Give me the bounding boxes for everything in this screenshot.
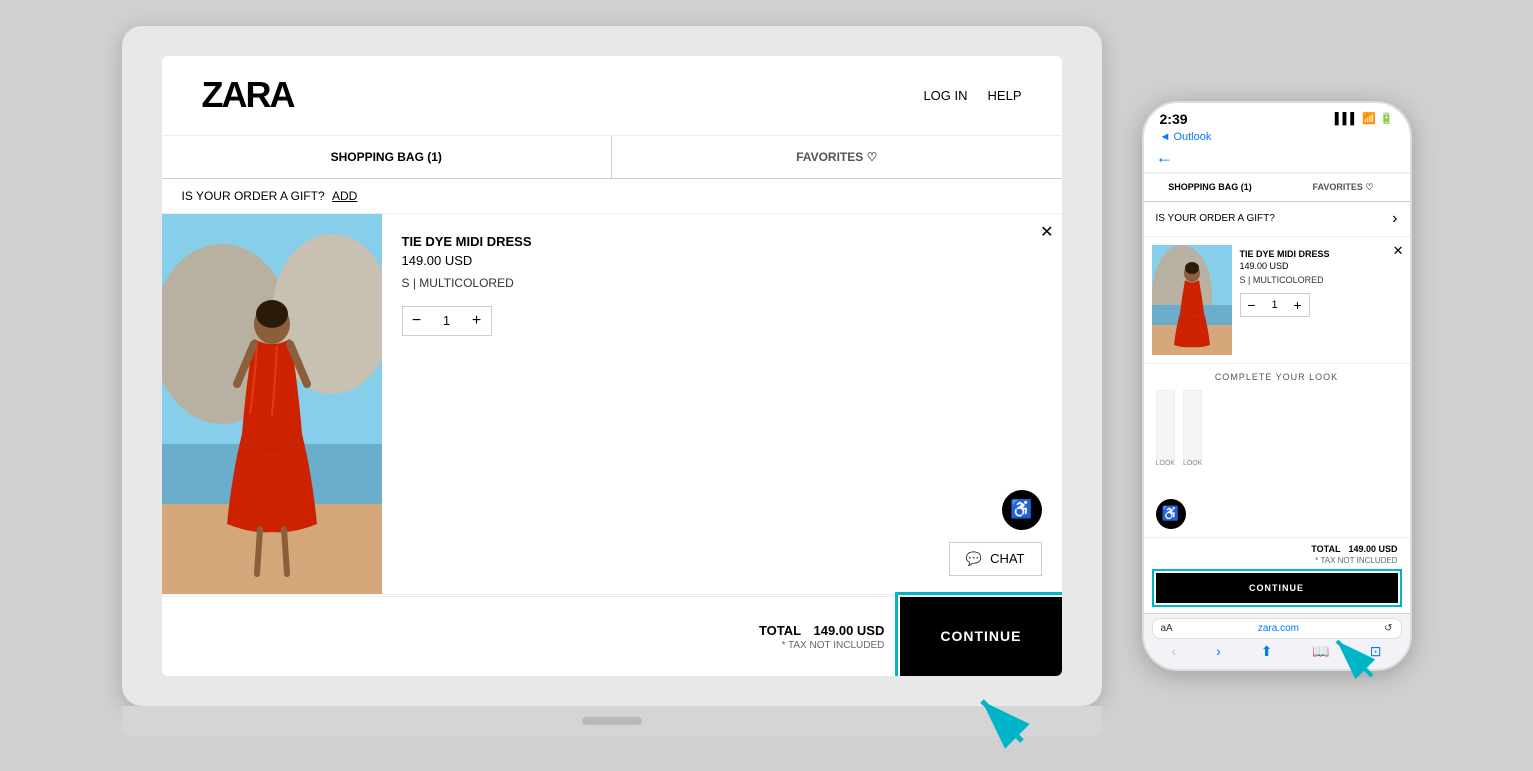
mobile-tab-favorites[interactable]: FAVORITES ♡: [1277, 174, 1410, 201]
mobile-gift-bar: IS YOUR ORDER A GIFT? ›: [1144, 202, 1410, 237]
tax-note: * TAX NOT INCLUDED: [759, 640, 884, 651]
zara-header: ZARA LOG IN HELP: [162, 56, 1062, 136]
help-link[interactable]: HELP: [988, 88, 1022, 103]
mobile-nav-back[interactable]: ‹: [1171, 643, 1176, 659]
total-label: TOTAL: [759, 623, 801, 638]
product-variant: S | MULTICOLORED: [402, 276, 1042, 290]
laptop-body: ZARA LOG IN HELP SHOPPING BAG (1) FAVORI…: [122, 26, 1102, 706]
signal-icon: ▌▌▌: [1335, 113, 1358, 125]
mobile-back-app: ◄ Outlook: [1160, 131, 1212, 143]
mobile-tax-row: * TAX NOT INCLUDED: [1144, 556, 1410, 569]
mobile-product-variant: S | MULTICOLORED: [1240, 275, 1394, 285]
login-link[interactable]: LOG IN: [923, 88, 967, 103]
mobile-checkout-bar: TOTAL 149.00 USD * TAX NOT INCLUDED CONT…: [1144, 537, 1410, 609]
wifi-icon: 📶: [1362, 112, 1376, 125]
product-image: [162, 214, 382, 594]
laptop-screen: ZARA LOG IN HELP SHOPPING BAG (1) FAVORI…: [162, 56, 1062, 676]
mobile-time: 2:39: [1160, 111, 1188, 127]
accessibility-button[interactable]: ♿: [1002, 490, 1042, 530]
gift-bar: IS YOUR ORDER A GIFT? ADD: [162, 179, 1062, 214]
mobile-total-amount: 149.00 USD: [1348, 544, 1397, 554]
total-row: TOTAL 149.00 USD: [759, 622, 884, 640]
mobile-device: 2:39 ▌▌▌ 📶 🔋 ◄ Outlook ← SHOPPING BAG (1…: [1142, 101, 1412, 671]
mobile-quantity-value: 1: [1263, 299, 1287, 311]
mobile-product-row: TIE DYE MIDI DRESS 149.00 USD S | MULTIC…: [1144, 237, 1410, 364]
mobile-product-price: 149.00 USD: [1240, 261, 1394, 271]
battery-icon: 🔋: [1380, 112, 1394, 125]
product-price: 149.00 USD: [402, 253, 1042, 268]
mobile-device-wrapper: 2:39 ▌▌▌ 📶 🔋 ◄ Outlook ← SHOPPING BAG (1…: [1142, 101, 1412, 671]
mobile-continue-button[interactable]: CONTINUE: [1156, 573, 1398, 603]
quantity-increase-button[interactable]: +: [463, 307, 491, 335]
laptop-notch: [582, 717, 642, 725]
mobile-tab-shopping-bag[interactable]: SHOPPING BAG (1): [1144, 174, 1277, 201]
mobile-aa-label[interactable]: aA: [1161, 623, 1173, 634]
mobile-total-row: TOTAL 149.00 USD: [1144, 538, 1410, 556]
mobile-look-label-2: LOOK: [1183, 460, 1202, 467]
quantity-value: 1: [431, 313, 463, 328]
mobile-quantity-control: − 1 +: [1240, 293, 1310, 317]
tab-favorites[interactable]: FAVORITES ♡: [612, 136, 1062, 178]
mobile-look-item-1: LOOK: [1156, 390, 1175, 467]
mobile-nav-row: ←: [1144, 147, 1410, 173]
mobile-status-icons: ▌▌▌ 📶 🔋: [1335, 112, 1394, 125]
floating-buttons: ♿ 💬 CHAT: [949, 490, 1042, 576]
total-section: TOTAL 149.00 USD * TAX NOT INCLUDED: [759, 622, 900, 651]
remove-button[interactable]: ✕: [1040, 222, 1053, 242]
header-nav: LOG IN HELP: [923, 88, 1021, 103]
mobile-outlook-bar: ◄ Outlook: [1144, 129, 1410, 147]
product-name: TIE DYE MIDI DRESS: [402, 234, 1042, 249]
gift-add-link[interactable]: ADD: [332, 189, 357, 203]
mobile-nav-forward[interactable]: ›: [1216, 643, 1221, 659]
continue-button[interactable]: CONTINUE: [900, 597, 1061, 676]
mobile-status-bar: 2:39 ▌▌▌ 📶 🔋: [1144, 103, 1410, 129]
mobile-remove-button[interactable]: ✕: [1393, 243, 1404, 259]
mobile-tabs: SHOPPING BAG (1) FAVORITES ♡: [1144, 173, 1410, 202]
mobile-url-text: zara.com: [1258, 623, 1299, 634]
mobile-gift-arrow[interactable]: ›: [1392, 210, 1397, 228]
mobile-gift-text: IS YOUR ORDER A GIFT?: [1156, 213, 1275, 224]
mobile-accessibility-button[interactable]: ♿: [1156, 499, 1186, 529]
checkout-bar: TOTAL 149.00 USD * TAX NOT INCLUDED CONT…: [162, 596, 1062, 676]
chat-button[interactable]: 💬 CHAT: [949, 542, 1042, 576]
mobile-nav-share[interactable]: ⬆: [1261, 643, 1273, 660]
total-amount: 149.00 USD: [814, 623, 885, 638]
gift-text: IS YOUR ORDER A GIFT?: [182, 189, 325, 203]
mobile-look-item-2: LOOK: [1183, 390, 1202, 467]
tabs-bar: SHOPPING BAG (1) FAVORITES ♡: [162, 136, 1062, 179]
laptop-base: [122, 706, 1102, 736]
product-row: ✕ TIE DYE MIDI DRESS 149.00 USD S | MULT…: [162, 214, 1062, 595]
mobile-arrow-indicator: [1322, 616, 1392, 691]
laptop-device: ZARA LOG IN HELP SHOPPING BAG (1) FAVORI…: [122, 26, 1102, 746]
mobile-total-label: TOTAL: [1311, 544, 1340, 554]
quantity-decrease-button[interactable]: −: [403, 307, 431, 335]
mobile-quantity-decrease-button[interactable]: −: [1241, 294, 1263, 316]
mobile-look-items: LOOK LOOK: [1144, 386, 1410, 475]
mobile-back-arrow[interactable]: ←: [1156, 147, 1174, 168]
mobile-look-label-1: LOOK: [1156, 460, 1175, 467]
chat-label: CHAT: [990, 551, 1024, 566]
product-image-placeholder: [162, 214, 382, 594]
mobile-product-image: [1152, 245, 1232, 355]
arrow-indicator: [962, 671, 1042, 756]
mobile-quantity-increase-button[interactable]: +: [1287, 294, 1309, 316]
tab-shopping-bag[interactable]: SHOPPING BAG (1): [162, 136, 613, 178]
mobile-product-name: TIE DYE MIDI DRESS: [1240, 249, 1394, 259]
zara-logo: ZARA: [202, 74, 294, 116]
mobile-complete-look-label: COMPLETE YOUR LOOK: [1144, 364, 1410, 386]
mobile-product-info: TIE DYE MIDI DRESS 149.00 USD S | MULTIC…: [1232, 245, 1402, 355]
chat-icon: 💬: [966, 551, 982, 567]
quantity-control: − 1 +: [402, 306, 492, 336]
